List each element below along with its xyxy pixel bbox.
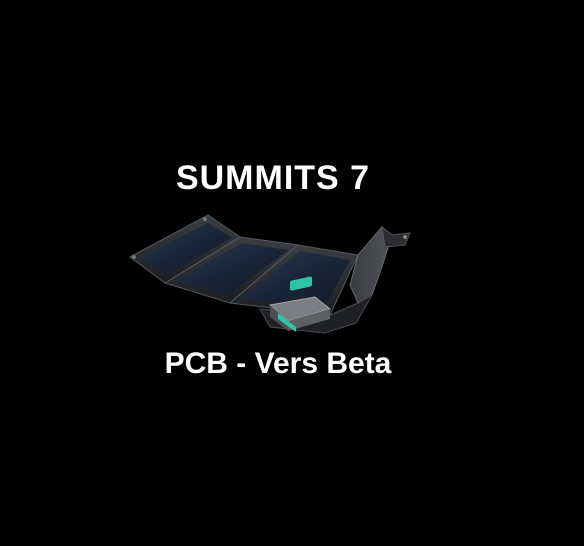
solar-panel-image [129, 214, 411, 334]
version-label: PCB - Vers Beta [164, 347, 392, 380]
product-title: SUMMITS 7 [175, 159, 371, 197]
side-flap [349, 225, 411, 304]
